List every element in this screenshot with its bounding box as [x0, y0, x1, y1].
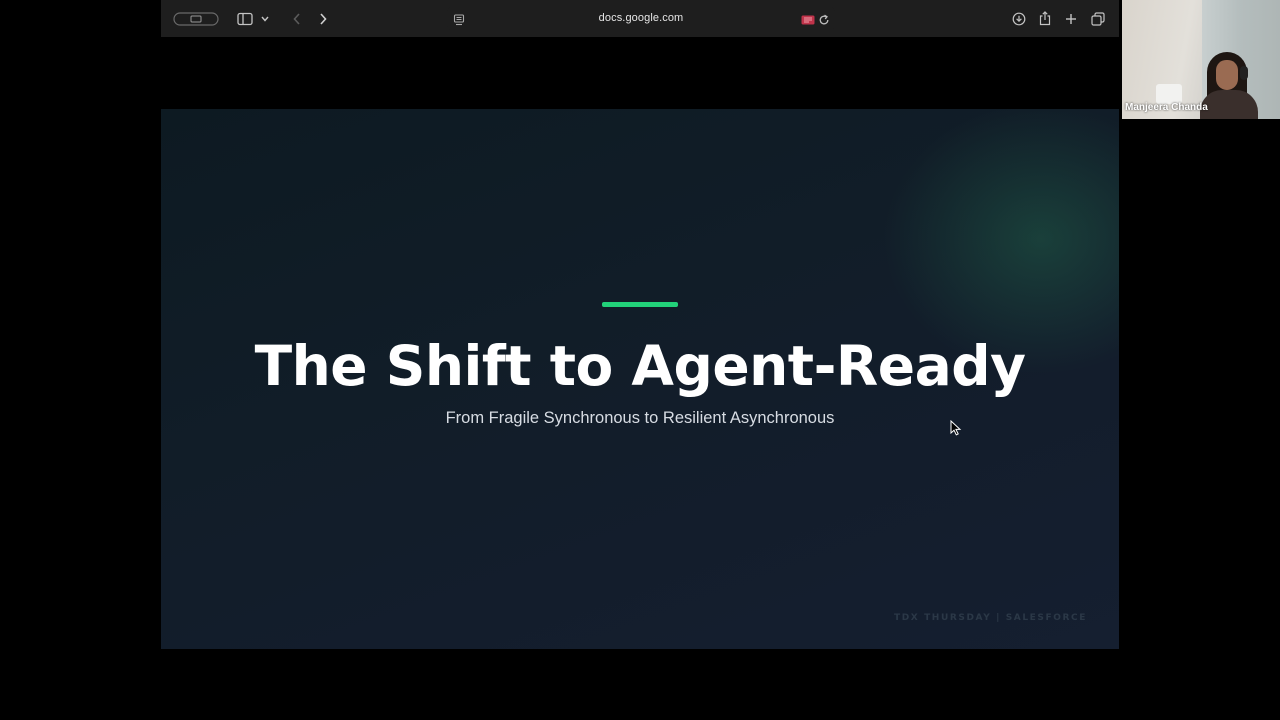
participant-body [1200, 90, 1258, 119]
back-arrow-icon [293, 12, 300, 25]
sidebar-menu-button[interactable] [258, 8, 272, 29]
screen-recording-icon [801, 15, 815, 24]
download-icon [1012, 12, 1026, 25]
presentation-slide: The Shift to Agent-Ready From Fragile Sy… [161, 109, 1119, 649]
sidebar-icon [237, 12, 253, 25]
tab-overview-button[interactable] [1090, 8, 1106, 29]
reload-icon [819, 14, 829, 24]
new-tab-button[interactable] [1063, 8, 1079, 29]
window-control-icon [173, 11, 219, 26]
forward-arrow-icon [320, 12, 327, 25]
share-button[interactable] [1037, 8, 1053, 29]
mouse-pointer-icon [950, 420, 962, 436]
screen-share: docs.google.com The Shift to Agent-Ready… [0, 0, 1280, 720]
downloads-button[interactable] [1011, 8, 1027, 29]
slide-title: The Shift to Agent-Ready [254, 334, 1026, 398]
tab-overview-icon [1091, 11, 1105, 26]
video-background-object [1156, 84, 1182, 104]
browser-toolbar: docs.google.com [161, 0, 1119, 37]
forward-button[interactable] [315, 8, 331, 29]
participant-face [1216, 60, 1238, 90]
share-icon [1039, 11, 1051, 26]
participant-headset [1240, 66, 1248, 80]
address-bar[interactable]: docs.google.com [447, 6, 835, 31]
back-button[interactable] [289, 8, 305, 29]
participant-name: Manjeera Chanda [1125, 102, 1208, 113]
window-control-button[interactable] [173, 8, 219, 29]
new-tab-icon [1066, 13, 1076, 24]
sidebar-toggle-button[interactable] [235, 8, 255, 29]
slide-footer: TDX THURSDAY | SALESFORCE [893, 613, 1087, 623]
chevron-down-icon [261, 16, 269, 22]
slide-subtitle: From Fragile Synchronous to Resilient As… [445, 409, 835, 427]
accent-bar [602, 302, 678, 307]
screen-recording-indicator[interactable] [800, 9, 816, 30]
participant-video-tile[interactable]: Manjeera Chanda [1122, 0, 1280, 119]
reload-button[interactable] [816, 9, 832, 30]
url-text: docs.google.com [598, 12, 684, 24]
